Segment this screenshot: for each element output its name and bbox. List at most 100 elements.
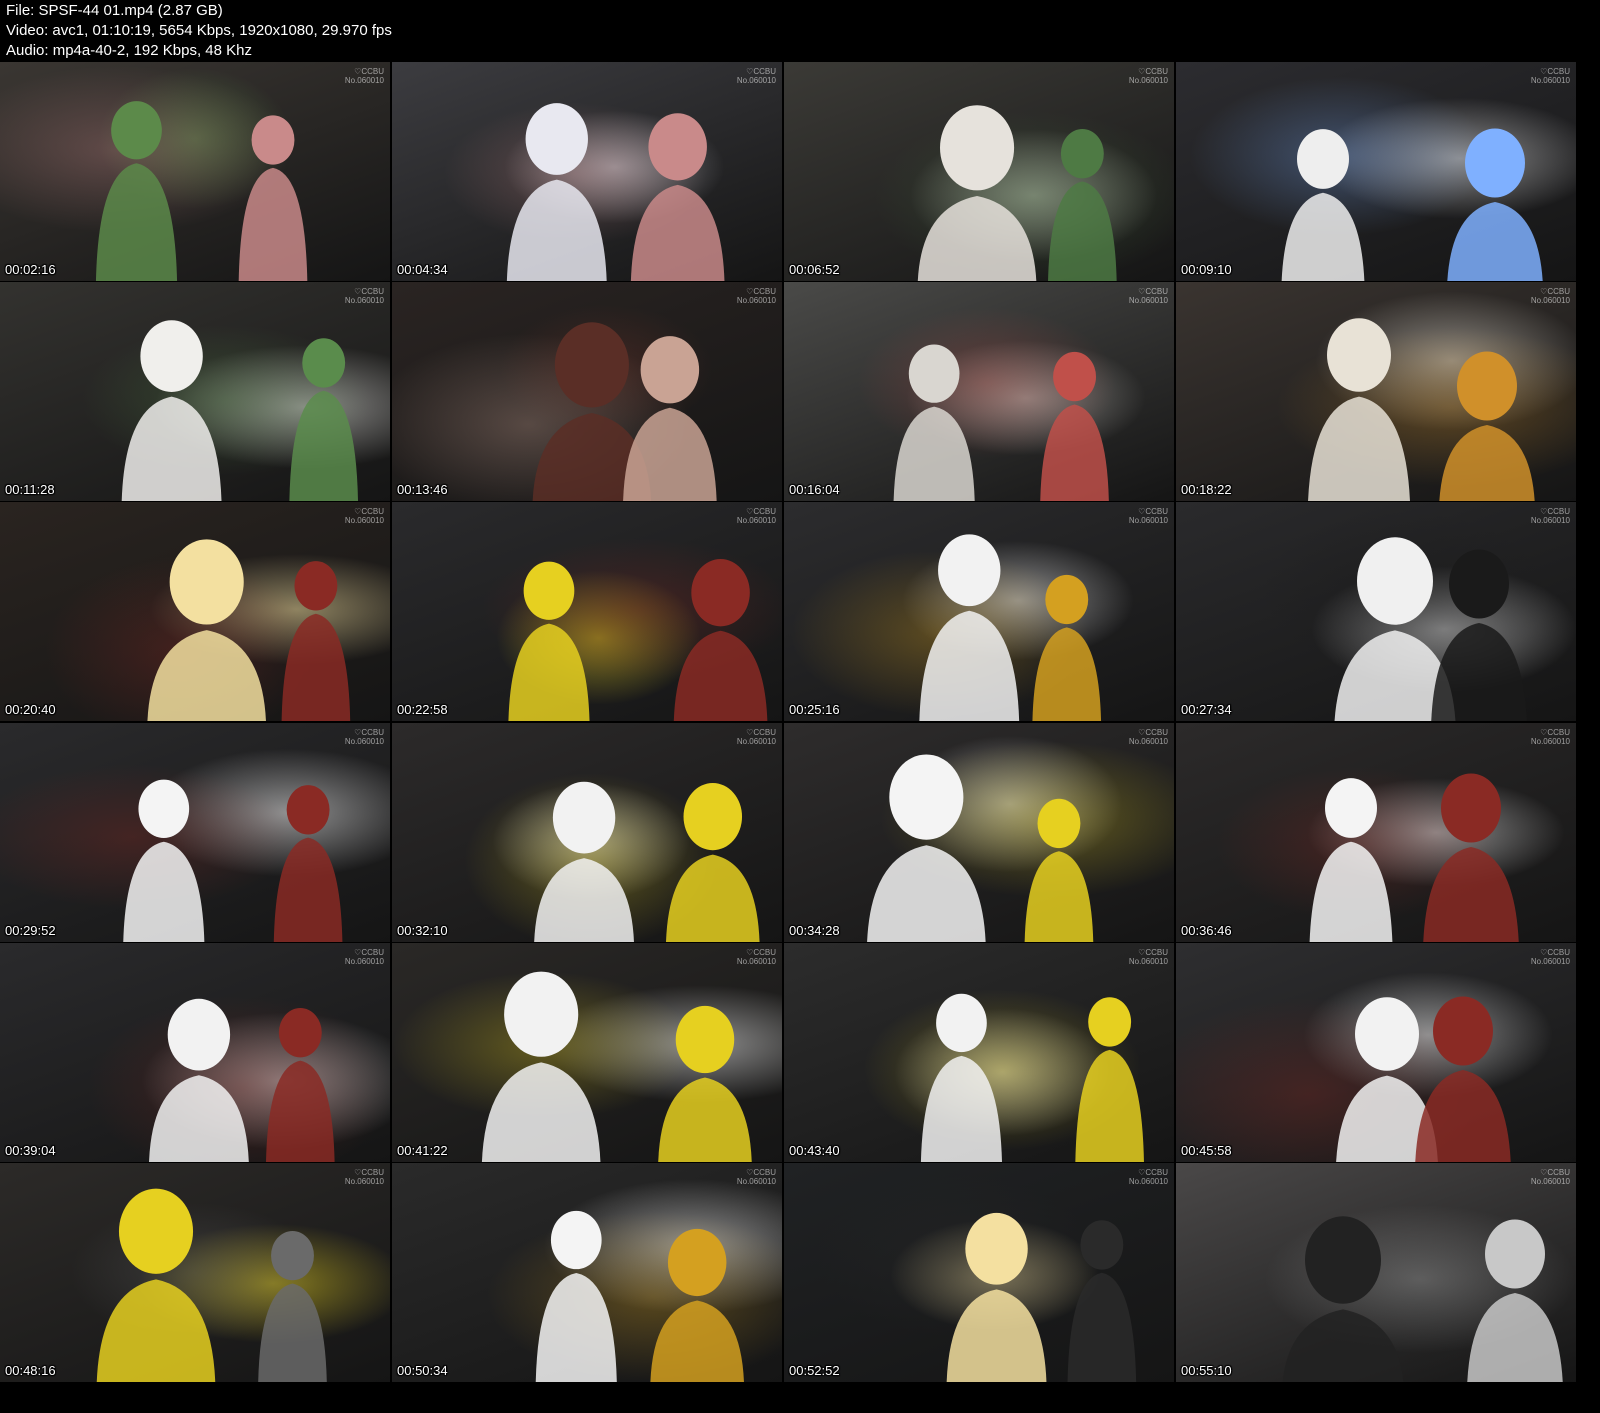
figure-head (302, 338, 346, 388)
watermark: ♡CCBU No.060010 (737, 728, 776, 746)
thumbnail-timestamp: 00:18:22 (1181, 482, 1232, 497)
watermark-code: No.060010 (1128, 737, 1168, 746)
figure-body (1075, 1049, 1144, 1162)
thumbnail-grid: ♡CCBU No.060010 00:02:16 ♡CCBU No.060010 00:0… (0, 62, 1600, 1413)
figure-head (552, 781, 616, 854)
watermark-code: No.060010 (344, 737, 384, 746)
thumbnail-timestamp: 00:27:34 (1181, 702, 1232, 717)
watermark-code: No.060010 (1530, 76, 1570, 85)
video-thumbnail[interactable]: ♡CCBU No.060010 00:32:10 (392, 723, 782, 942)
thumbnail-timestamp: 00:13:46 (397, 482, 448, 497)
thumbnail-timestamp: 00:29:52 (5, 923, 56, 938)
watermark-code: No.060010 (736, 737, 776, 746)
figure-head (1045, 574, 1089, 625)
scene-figures (1309, 773, 1519, 942)
figure-body (1467, 1293, 1563, 1382)
video-thumbnail[interactable]: ♡CCBU No.060010 00:50:34 (392, 1163, 782, 1382)
thumbnail-timestamp: 00:50:34 (397, 1363, 448, 1378)
figure-head (278, 1008, 322, 1058)
video-thumbnail[interactable]: ♡CCBU No.060010 00:20:40 (0, 502, 390, 721)
figure-head (1457, 351, 1517, 421)
video-thumbnail[interactable]: ♡CCBU No.060010 00:43:40 (784, 943, 1174, 1162)
video-thumbnail[interactable]: ♡CCBU No.060010 00:04:34 (392, 62, 782, 281)
figure-body (1040, 404, 1109, 501)
video-thumbnail[interactable]: ♡CCBU No.060010 00:06:52 (784, 62, 1174, 281)
figure-head (1325, 778, 1377, 838)
video-thumbnail[interactable]: ♡CCBU No.060010 00:45:58 (1176, 943, 1576, 1162)
figure-body (893, 406, 975, 501)
video-thumbnail[interactable]: ♡CCBU No.060010 00:18:22 (1176, 282, 1576, 501)
video-thumbnail[interactable]: ♡CCBU No.060010 00:11:28 (0, 282, 390, 501)
scene-figures (1336, 996, 1511, 1162)
scene-figures (535, 1210, 744, 1382)
scene-figures (506, 103, 725, 281)
figure-body (1309, 841, 1393, 942)
watermark-code: No.060010 (1128, 76, 1168, 85)
watermark: ♡CCBU No.060010 (737, 287, 776, 305)
video-thumbnail[interactable]: ♡CCBU No.060010 00:39:04 (0, 943, 390, 1162)
watermark: ♡CCBU No.060010 (1531, 507, 1570, 525)
video-thumbnail[interactable]: ♡CCBU No.060010 00:25:16 (784, 502, 1174, 721)
figure-head (286, 785, 330, 835)
video-thumbnail[interactable]: ♡CCBU No.060010 00:34:28 (784, 723, 1174, 942)
figure-body (273, 837, 343, 942)
watermark-code: No.060010 (1128, 516, 1168, 525)
figure-body (123, 841, 205, 942)
figure-body (650, 1300, 744, 1382)
watermark-brand: ♡CCBU (1540, 67, 1570, 76)
watermark: ♡CCBU No.060010 (345, 1168, 384, 1186)
figure-head (683, 782, 743, 851)
video-thumbnail[interactable]: ♡CCBU No.060010 00:48:16 (0, 1163, 390, 1382)
figure-body (147, 630, 266, 721)
thumbnail-timestamp: 00:39:04 (5, 1143, 56, 1158)
figure-head (1060, 128, 1104, 179)
figure-body (1024, 851, 1094, 942)
figure-body (919, 610, 1020, 721)
watermark-code: No.060010 (1530, 516, 1570, 525)
watermark-code: No.060010 (736, 76, 776, 85)
figure-body (1067, 1272, 1137, 1382)
watermark-code: No.060010 (1530, 1177, 1570, 1186)
figure-body (1032, 627, 1102, 721)
watermark-code: No.060010 (1128, 1177, 1168, 1186)
scene-figures (121, 320, 359, 501)
video-thumbnail[interactable]: ♡CCBU No.060010 00:29:52 (0, 723, 390, 942)
video-thumbnail[interactable]: ♡CCBU No.060010 00:55:10 (1176, 1163, 1576, 1382)
figure-body (1281, 192, 1365, 281)
watermark: ♡CCBU No.060010 (1531, 67, 1570, 85)
watermark-code: No.060010 (1530, 737, 1570, 746)
video-thumbnail[interactable]: ♡CCBU No.060010 00:41:22 (392, 943, 782, 1162)
video-thumbnail[interactable]: ♡CCBU No.060010 00:09:10 (1176, 62, 1576, 281)
thumbnail-timestamp: 00:16:04 (789, 482, 840, 497)
scene-figures (481, 971, 752, 1162)
thumbnail-timestamp: 00:41:22 (397, 1143, 448, 1158)
watermark-code: No.060010 (736, 296, 776, 305)
thumbnail-timestamp: 00:20:40 (5, 702, 56, 717)
scene-figures (149, 998, 335, 1162)
figure-head (167, 998, 231, 1071)
figure-head (1441, 773, 1501, 843)
watermark-brand: ♡CCBU (1540, 1168, 1570, 1177)
video-thumbnail[interactable]: ♡CCBU No.060010 00:22:58 (392, 502, 782, 721)
scene-figures (917, 105, 1117, 281)
scene-figures (534, 781, 760, 942)
video-thumbnail[interactable]: ♡CCBU No.060010 00:02:16 (0, 62, 390, 281)
video-thumbnail[interactable]: ♡CCBU No.060010 00:16:04 (784, 282, 1174, 501)
figure-head (1433, 996, 1493, 1066)
video-thumbnail[interactable]: ♡CCBU No.060010 00:36:46 (1176, 723, 1576, 942)
video-thumbnail[interactable]: ♡CCBU No.060010 00:52:52 (784, 1163, 1174, 1382)
watermark-brand: ♡CCBU (354, 507, 384, 516)
figure-body (623, 407, 717, 501)
figure-head (1449, 549, 1509, 619)
watermark-code: No.060010 (344, 1177, 384, 1186)
video-thumbnail[interactable]: ♡CCBU No.060010 00:13:46 (392, 282, 782, 501)
video-thumbnail[interactable]: ♡CCBU No.060010 00:27:34 (1176, 502, 1576, 721)
watermark-brand: ♡CCBU (354, 287, 384, 296)
thumbnail-timestamp: 00:04:34 (397, 262, 448, 277)
watermark: ♡CCBU No.060010 (1129, 1168, 1168, 1186)
thumbnail-timestamp: 00:09:10 (1181, 262, 1232, 277)
figure-body (506, 179, 607, 281)
figure-body (149, 1075, 249, 1162)
watermark-code: No.060010 (736, 516, 776, 525)
watermark: ♡CCBU No.060010 (345, 728, 384, 746)
